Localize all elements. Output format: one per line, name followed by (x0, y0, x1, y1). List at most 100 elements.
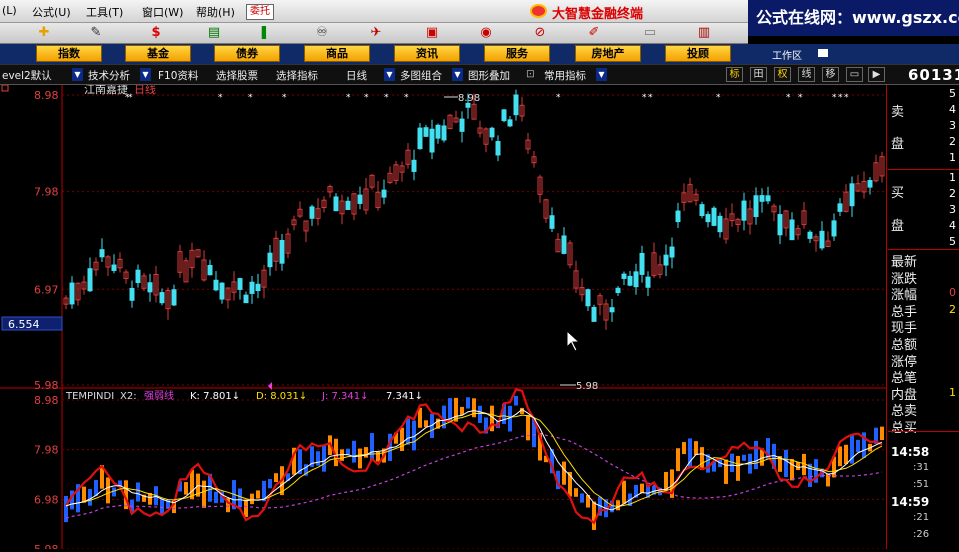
globe-icon[interactable]: ◉ (478, 25, 494, 41)
quote-panel: 卖 盘 5 4 3 2 1 买 盘 1 2 3 4 5 最新 涨跌 涨幅 0 总手 2 现手… (888, 85, 959, 549)
candle-body (243, 294, 249, 304)
mode-move-button[interactable]: 移 (822, 67, 839, 82)
sub-bar (274, 473, 278, 483)
tick-sub-time: :21 (913, 512, 930, 523)
category-news-button[interactable]: 资讯 (394, 45, 460, 62)
plus-icon[interactable]: ✚ (36, 25, 52, 41)
tab-select-stock[interactable]: 选择股票 (216, 68, 258, 83)
tab-common-indicators[interactable]: 常用指标 (544, 68, 586, 83)
mode-mark-button[interactable]: 标 (726, 67, 743, 82)
sub-bar (562, 461, 566, 485)
sub-bar (238, 488, 242, 508)
candle-body (441, 125, 447, 141)
sub-bar (526, 415, 530, 441)
candle-body (615, 287, 621, 294)
chevron-down-icon[interactable]: ▼ (452, 68, 463, 81)
event-marker: * (648, 93, 653, 103)
sub-bar (880, 426, 884, 441)
book-icon[interactable]: ▥ (696, 25, 712, 41)
buy-label-2: 盘 (891, 219, 905, 234)
sub-bar (244, 499, 248, 517)
sub-bar (676, 448, 680, 472)
sub-bar (352, 440, 356, 463)
event-marker: * (282, 93, 287, 103)
tab-tech-analysis[interactable]: 技术分析 (88, 68, 130, 83)
tab-period[interactable]: 日线 (346, 68, 367, 83)
tab-level2[interactable]: evel2默认 (2, 68, 52, 83)
category-index-button[interactable]: 指数 (36, 45, 102, 62)
menu-item-formula[interactable]: 公式(U) (32, 4, 71, 20)
menu-item-tools[interactable]: 工具(T) (86, 4, 123, 20)
buy-label-1: 买 (891, 186, 905, 201)
candle-body (591, 306, 597, 322)
sell-level: 5 (949, 87, 956, 100)
candle-body (849, 183, 855, 207)
note-icon[interactable]: ✐ (586, 25, 602, 41)
candle-body (867, 180, 873, 188)
chevron-down-icon[interactable]: ▼ (384, 68, 395, 81)
event-marker: * (786, 93, 791, 103)
range-marker-icon (268, 382, 272, 390)
sub-bar (184, 482, 188, 495)
chart-area[interactable]: * * * * * * * * * * * * * * * * * * 8.98 7.98 6.97 5.98 6.554… (0, 82, 887, 552)
chevron-down-icon[interactable]: ▼ (140, 68, 151, 81)
sub-axis-label: 5.98 (34, 543, 59, 549)
sub-bar (364, 447, 368, 458)
money-icon[interactable]: ❚ (256, 25, 272, 41)
mode-line-button[interactable]: 线 (798, 67, 815, 82)
play-icon[interactable]: ▶ (868, 67, 885, 82)
category-commodity-button[interactable]: 商品 (304, 45, 370, 62)
toolbar: ✚ ✎ $ ▤ ❚ ♾ ✈ ▣ ◉ ⊘ ✐ ▭ ▥ (0, 23, 748, 44)
chevron-down-icon[interactable]: ▼ (72, 68, 83, 81)
envelope-icon[interactable] (818, 49, 828, 57)
tab-select-indicator[interactable]: 选择指标 (276, 68, 318, 83)
satellite-icon[interactable]: ✈ (368, 25, 384, 41)
sell-level: 2 (949, 135, 956, 148)
ruler-icon[interactable]: ✎ (88, 25, 104, 41)
menu-item-help[interactable]: 帮助(H) (196, 4, 235, 20)
lock-icon[interactable]: ⊡ (526, 68, 535, 80)
tab-overlay[interactable]: 图形叠加 (468, 68, 510, 83)
sub-bar (844, 444, 848, 465)
candle-body (333, 196, 339, 212)
sub-bar (622, 480, 626, 504)
category-realestate-button[interactable]: 房地产 (575, 45, 641, 62)
monitor-icon[interactable]: ▭ (642, 25, 658, 41)
sub-bar (268, 478, 272, 489)
category-bond-button[interactable]: 债券 (214, 45, 280, 62)
bar-icon[interactable]: ▤ (206, 25, 222, 41)
candle-body (717, 215, 723, 233)
event-marker: * (798, 93, 803, 103)
sub-indicator-label: J: 7.341↓ (321, 391, 369, 402)
candle-body (345, 200, 351, 210)
mode-grid-button[interactable]: 田 (750, 67, 767, 82)
sub-bar (460, 406, 464, 416)
nosmoking-icon[interactable]: ⊘ (532, 25, 548, 41)
sub-axis-label: 7.98 (34, 444, 59, 457)
category-fund-button[interactable]: 基金 (125, 45, 191, 62)
category-service-button[interactable]: 服务 (484, 45, 550, 62)
sub-bar (370, 433, 374, 461)
category-advisor-button[interactable]: 投顾 (665, 45, 731, 62)
workarea-button[interactable]: 工作区 (772, 47, 802, 62)
low-label: 5.98 (576, 381, 598, 392)
tick-sub-time: :31 (913, 462, 930, 473)
dollar-icon[interactable]: $ (148, 25, 164, 41)
candle-body (357, 194, 363, 204)
sub-indicator-label: 7.341↓ (386, 391, 423, 402)
window-icon[interactable]: ▭ (846, 67, 863, 82)
sub-bar (250, 493, 254, 505)
binoculars-icon[interactable]: ♾ (314, 25, 330, 41)
mode-rights-button[interactable]: 权 (774, 67, 791, 82)
tab-f10[interactable]: F10资料 (158, 68, 198, 83)
candle-body (267, 252, 273, 268)
menu-item-l[interactable]: (L) (2, 4, 17, 17)
tab-multi-chart[interactable]: 多图组合 (400, 68, 442, 83)
kline-chart[interactable]: ** * * * * * * * * * * * * * * * * 8.987.986.975.986.554… (0, 82, 887, 552)
entrust-button[interactable]: 委托 (246, 4, 274, 20)
close-panel-icon[interactable] (1, 84, 9, 92)
chevron-down-icon[interactable]: ▼ (596, 68, 607, 81)
candle-body (459, 118, 465, 132)
calendar-icon[interactable]: ▣ (424, 25, 440, 41)
menu-item-window[interactable]: 窗口(W) (142, 4, 183, 20)
